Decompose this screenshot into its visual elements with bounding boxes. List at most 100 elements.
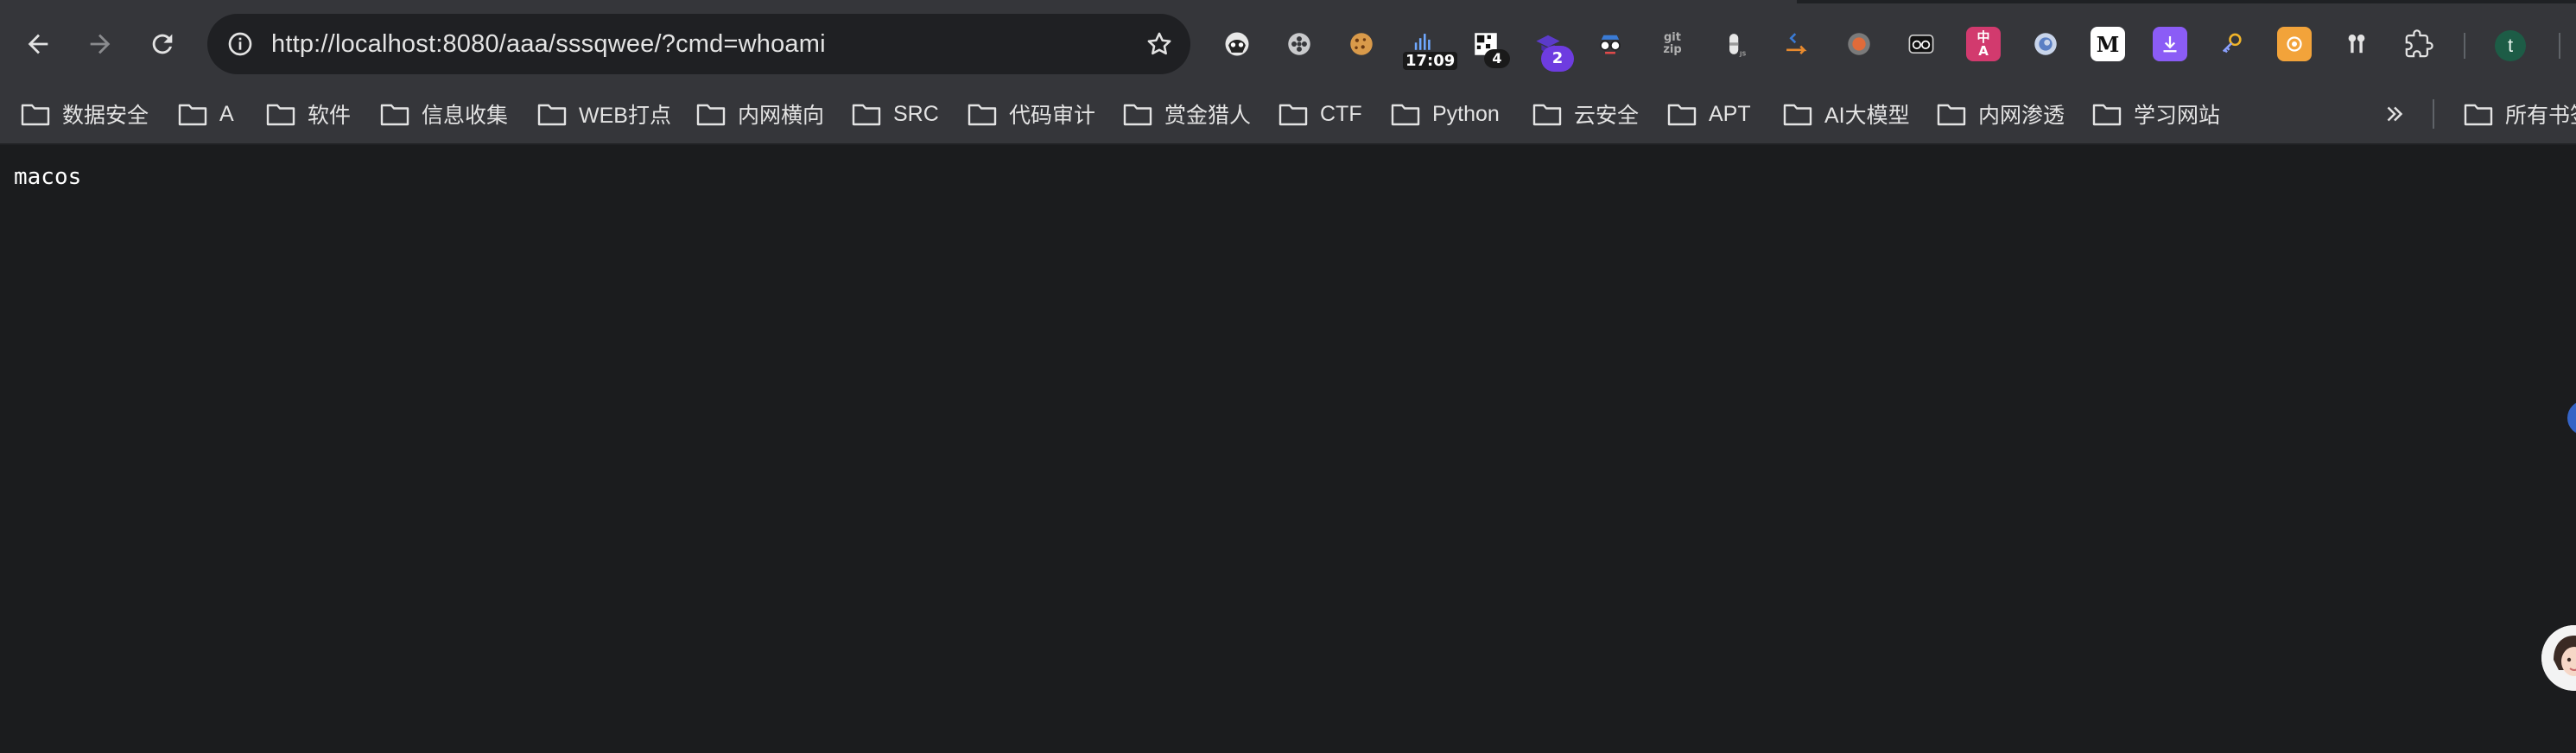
bookmark-folder[interactable]: 数据安全 <box>21 97 149 131</box>
forward-button[interactable] <box>79 23 121 65</box>
profile-avatar[interactable]: t <box>2495 30 2526 61</box>
bookmark-label: 代码审计 <box>1009 104 1096 128</box>
folder-icon <box>1783 104 1812 126</box>
all-bookmarks-folder[interactable]: 所有书签 <box>2464 97 2576 131</box>
forward-arrow-icon <box>90 34 111 54</box>
page-content: macos <box>0 145 2576 753</box>
bookmarks-bar: 数据安全 A 软件 信息收集 WEB打点 内网横向 SRC 代码审计 赏金猎人 … <box>0 85 2576 145</box>
toolbar-separator <box>2559 33 2560 59</box>
qr-code-icon[interactable]: 4 <box>1469 27 1510 68</box>
command-output: macos <box>14 164 82 190</box>
folder-icon <box>696 104 726 126</box>
bookmark-star-button[interactable] <box>1142 27 1177 61</box>
blue-ring-icon[interactable] <box>2028 27 2063 61</box>
bookmark-folder[interactable]: APT <box>1667 97 1751 131</box>
bookmark-folder[interactable]: 信息收集 <box>380 97 508 131</box>
glasses-icon[interactable] <box>1904 27 1938 61</box>
hacker-face-icon[interactable] <box>1220 27 1254 61</box>
bookmark-folder[interactable]: 软件 <box>266 97 351 131</box>
ext-clock-badge: 17:09 <box>1403 52 1458 70</box>
signal-clock-icon[interactable]: 17:09 <box>1403 27 1458 70</box>
bookmark-folder[interactable]: WEB打点 <box>537 97 671 131</box>
medium-icon[interactable]: M <box>2091 27 2125 61</box>
folder-icon <box>1667 104 1697 126</box>
folder-icon <box>178 104 207 126</box>
puzzle-icon[interactable] <box>2402 27 2436 61</box>
bookmark-label: 云安全 <box>1574 104 1640 128</box>
folder-icon <box>537 104 567 126</box>
translate-icon[interactable]: 中 A <box>1966 27 2001 61</box>
folder-icon <box>266 104 295 126</box>
bookmark-folder[interactable]: AI大模型 <box>1783 97 1910 131</box>
key-icon[interactable] <box>2215 27 2249 61</box>
spy-glasses-icon[interactable] <box>1593 27 1627 61</box>
flower-icon[interactable] <box>1282 27 1317 61</box>
reload-icon <box>152 34 173 54</box>
bookmark-label: 赏金猎人 <box>1164 104 1252 128</box>
bookmark-folder[interactable]: 学习网站 <box>2092 97 2220 131</box>
git-zip-label: git zip <box>1663 31 1682 56</box>
folder-icon <box>380 104 409 126</box>
password-keys-icon[interactable] <box>2339 27 2374 61</box>
bookmark-folder[interactable]: 赏金猎人 <box>1123 97 1251 131</box>
bookmark-label: APT <box>1709 101 1751 126</box>
bookmark-folder[interactable]: Python <box>1391 97 1500 131</box>
bookmark-folder[interactable]: 代码审计 <box>968 97 1095 131</box>
bookmark-label: Python <box>1432 101 1500 126</box>
side-panel-handle[interactable] <box>2567 401 2576 435</box>
bookmark-label: SRC <box>893 101 939 126</box>
folder-icon <box>2092 104 2122 126</box>
bookmark-label: WEB打点 <box>579 104 671 128</box>
cap-badge: 2 <box>1541 46 1574 72</box>
medium-label: M <box>2096 31 2120 57</box>
bookmark-label: 数据安全 <box>62 104 149 128</box>
bookmark-folder[interactable]: 内网渗透 <box>1937 97 2065 131</box>
assistant-avatar-button[interactable] <box>2541 625 2576 691</box>
folder-icon <box>852 104 881 126</box>
browser-toolbar: http://localhost:8080/aaa/sssqwee/?cmd=w… <box>0 3 2576 85</box>
orange-arrow-icon[interactable] <box>1780 27 1814 61</box>
bookmark-label: 信息收集 <box>422 104 509 128</box>
star-icon <box>1147 32 1171 55</box>
bookmark-folder[interactable]: 内网横向 <box>696 97 824 131</box>
folder-icon <box>1278 104 1308 126</box>
folder-icon <box>1123 104 1152 126</box>
js-bottle-icon[interactable]: JS <box>1717 27 1752 61</box>
assistant-avatar-icon <box>2541 625 2576 691</box>
folder-icon <box>1391 104 1420 126</box>
download-icon[interactable] <box>2153 27 2187 61</box>
url-text[interactable]: http://localhost:8080/aaa/sssqwee/?cmd=w… <box>271 29 826 59</box>
address-bar[interactable]: http://localhost:8080/aaa/sssqwee/?cmd=w… <box>207 14 1190 74</box>
toolbar-separator <box>2464 33 2465 59</box>
info-icon <box>228 32 252 56</box>
folder-icon <box>968 104 997 126</box>
site-info-button[interactable] <box>223 27 257 61</box>
bookmarks-overflow-button[interactable] <box>2377 97 2412 131</box>
bookmark-label: CTF <box>1320 101 1362 126</box>
bookmark-folder[interactable]: CTF <box>1278 97 1362 131</box>
git-zip-icon[interactable]: git zip <box>1655 27 1690 61</box>
bookmark-label: 内网渗透 <box>1978 104 2065 128</box>
bookmark-label: 软件 <box>308 104 352 128</box>
reload-button[interactable] <box>142 23 183 65</box>
qr-badge: 4 <box>1484 49 1510 68</box>
bookmark-label: AI大模型 <box>1824 104 1910 128</box>
orange-circle-icon[interactable] <box>1842 27 1876 61</box>
graduation-cap-icon[interactable]: 2 <box>1531 27 1574 72</box>
chevron-double-right-icon <box>2387 106 2403 122</box>
back-button[interactable] <box>17 23 59 65</box>
cookie-icon[interactable] <box>1344 27 1379 61</box>
svg-text:JS: JS <box>1739 51 1747 58</box>
bookmark-folder[interactable]: 云安全 <box>1532 97 1639 131</box>
all-bookmarks-label: 所有书签 <box>2505 104 2576 128</box>
bookmarks-separator <box>2433 99 2434 129</box>
bookmark-label: A <box>219 101 234 126</box>
orange-box-icon[interactable] <box>2277 27 2312 61</box>
bookmark-label: 内网横向 <box>738 104 825 128</box>
bookmark-folder[interactable]: SRC <box>852 97 939 131</box>
translate-label: 中 A <box>1976 29 1990 59</box>
folder-icon <box>1937 104 1966 126</box>
back-arrow-icon <box>28 34 48 54</box>
bookmark-label: 学习网站 <box>2134 104 2221 128</box>
bookmark-folder[interactable]: A <box>178 97 234 131</box>
